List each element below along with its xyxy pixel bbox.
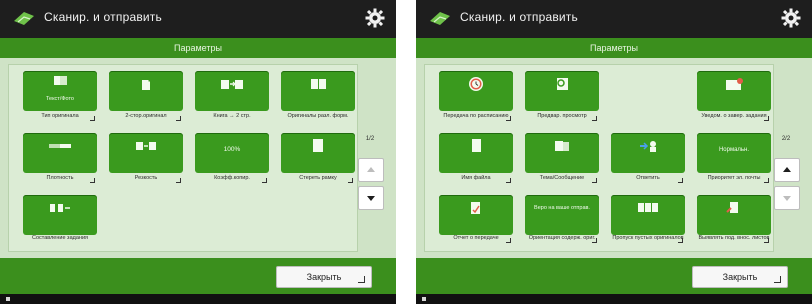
bottom-bar: Закрыть [416, 258, 812, 294]
sharpness-caption: Резкость [109, 175, 183, 183]
scroll-down-button[interactable] [774, 186, 800, 210]
file-name-button[interactable] [439, 133, 513, 173]
email-priority-caption: Приоритет эл. почты [697, 175, 771, 183]
detect-feed-caption: Выявлять под. внос. листов [698, 235, 770, 243]
document-type-icon [54, 76, 67, 85]
subject-message-caption: Тема/Сообщение [525, 175, 599, 183]
erase-frame-button[interactable] [281, 133, 355, 173]
skip-blank-originals-button[interactable] [611, 195, 685, 235]
reply-to-caption: Ответить [611, 175, 685, 183]
scan-send-logo-icon [430, 12, 450, 25]
erase-frame-caption: Стереть рамку [281, 175, 355, 183]
mixed-size-originals-icon [311, 79, 326, 89]
zoom-ratio-button[interactable]: 100% [195, 133, 269, 173]
right-panel: Сканир. и отправить Параметры Передача п… [416, 0, 812, 304]
preview-caption: Предвар. просмотр [525, 113, 599, 121]
title-bar: Сканир. и отправить [0, 0, 396, 38]
app-title: Сканир. и отправить [44, 10, 162, 24]
book-to-two-pages-icon [221, 80, 243, 89]
scroll-up-button[interactable] [774, 158, 800, 182]
content-orientation-caption: Ориентация содерж. ориг. [528, 235, 597, 243]
options-area: Текст/Фото Тип оригинала 2-стор.оригинал [0, 58, 396, 258]
density-caption: Плотность [23, 175, 97, 183]
skip-blank-originals-caption: Пропуск пустых оригиналов [612, 235, 684, 243]
left-panel: Сканир. и отправить Параметры Текст/Фото [0, 0, 396, 304]
original-type-value: Текст/Фото [45, 96, 74, 102]
two-sided-original-button[interactable] [109, 71, 183, 111]
content-orientation-button[interactable]: Веро на ваше отправ. [525, 195, 599, 235]
close-button[interactable]: Закрыть [276, 266, 372, 288]
section-header: Параметры [0, 38, 396, 58]
footer-strip [416, 294, 812, 304]
detect-feed-button[interactable] [697, 195, 771, 235]
footer-strip [0, 294, 396, 304]
skip-blank-icon [638, 203, 658, 212]
page-indicator: 1/2 [365, 136, 375, 142]
tx-report-icon [471, 202, 480, 214]
options-area: Передача по расписанию Предвар. просмотр… [416, 58, 812, 258]
page-scroller: 2/2 [774, 136, 800, 256]
job-build-caption: Составление задания [32, 235, 88, 241]
density-button[interactable] [23, 133, 97, 173]
email-priority-button[interactable]: Нормальн. [697, 133, 771, 173]
book-to-two-pages-caption: Книга → 2 стр. [213, 113, 251, 119]
job-done-notice-button[interactable] [697, 71, 771, 111]
section-header: Параметры [416, 38, 812, 58]
sharpness-icon [136, 142, 156, 150]
tx-report-caption: Отчет о передаче [439, 235, 513, 243]
original-type-caption: Тип оригинала [23, 113, 97, 121]
divider [396, 0, 416, 304]
book-to-two-pages-button[interactable] [195, 71, 269, 111]
options-grid: Текст/Фото Тип оригинала 2-стор.оригинал [8, 64, 358, 252]
original-type-button[interactable]: Текст/Фото [23, 71, 97, 111]
chevron-down-icon [367, 196, 375, 201]
erase-frame-icon [313, 139, 323, 152]
reply-to-button[interactable] [611, 133, 685, 173]
title-bar: Сканир. и отправить [416, 0, 812, 38]
email-priority-value: Нормальн. [718, 147, 750, 153]
sharpness-button[interactable] [109, 133, 183, 173]
gear-icon[interactable] [780, 7, 802, 29]
tx-report-button[interactable] [439, 195, 513, 235]
zoom-ratio-caption: Коэфф.копир. [195, 175, 269, 183]
preview-icon [557, 78, 568, 90]
options-grid: Передача по расписанию Предвар. просмотр… [424, 64, 774, 252]
page-indicator: 2/2 [781, 136, 791, 142]
scheduled-send-button[interactable] [439, 71, 513, 111]
scroll-down-button[interactable] [358, 186, 384, 210]
clock-icon [469, 77, 483, 91]
notify-icon [726, 78, 743, 90]
preview-button[interactable] [525, 71, 599, 111]
chevron-up-icon [783, 167, 791, 172]
job-done-notice-caption: Уведом. о завер. задания [697, 113, 771, 121]
content-orientation-value: Веро на ваше отправ. [534, 205, 590, 211]
close-button[interactable]: Закрыть [692, 266, 788, 288]
two-sided-original-caption: 2-стор.оригинал [109, 113, 183, 121]
two-sided-original-icon [142, 80, 150, 90]
chevron-down-icon [783, 196, 791, 201]
subject-message-icon [555, 141, 569, 151]
filename-icon [472, 139, 481, 152]
mixed-size-originals-button[interactable] [281, 71, 355, 111]
subject-message-button[interactable] [525, 133, 599, 173]
scan-send-logo-icon [14, 12, 34, 25]
scheduled-send-caption: Передача по расписанию [439, 113, 513, 121]
mixed-size-originals-caption: Оригиналы разл. форм. [287, 113, 349, 119]
app-title: Сканир. и отправить [460, 10, 578, 24]
detect-feed-icon [726, 202, 738, 213]
bottom-bar: Закрыть [0, 258, 396, 294]
scroll-up-button[interactable] [358, 158, 384, 182]
chevron-up-icon [367, 167, 375, 172]
page-scroller: 1/2 [358, 136, 384, 256]
job-build-icon [50, 204, 70, 212]
job-build-button[interactable] [23, 195, 97, 235]
file-name-caption: Имя файла [439, 175, 513, 183]
reply-icon [640, 141, 656, 152]
density-icon [49, 144, 71, 148]
gear-icon[interactable] [364, 7, 386, 29]
zoom-ratio-value: 100% [223, 146, 241, 153]
